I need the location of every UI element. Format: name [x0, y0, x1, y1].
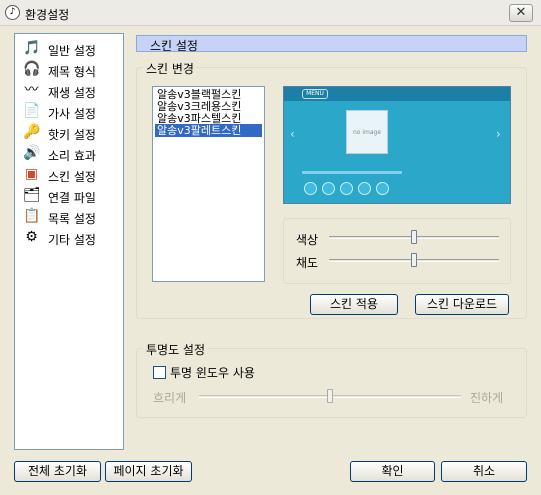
nav-item-label: 핫키 설정	[48, 128, 96, 142]
download-skin-button[interactable]: 스킨 다운로드	[415, 294, 509, 315]
cancel-button[interactable]: 취소	[441, 461, 527, 482]
preview-next-arrow-icon: ›	[496, 127, 501, 141]
skin-change-group-title: 스킨 변경	[143, 60, 197, 77]
close-button[interactable]: ✕	[509, 4, 533, 22]
nav-item-label: 연결 파일	[48, 191, 96, 205]
reset-page-button[interactable]: 페이지 초기화	[105, 461, 192, 482]
nav-item-title-format[interactable]: 🎧 제목 형식	[21, 60, 121, 80]
transparency-max-label: 진하게	[470, 391, 504, 405]
preview-stop-icon	[340, 182, 353, 195]
nav-item-label: 가사 설정	[48, 107, 96, 121]
etc-icon: ⚙	[25, 229, 38, 245]
transparent-window-label: 투명 윈도우 사용	[170, 366, 255, 380]
apply-skin-button[interactable]: 스킨 적용	[310, 294, 398, 315]
nav-item-label: 소리 효과	[48, 149, 96, 163]
general-icon: 🎵	[23, 40, 41, 56]
nav-item-label: 스킨 설정	[48, 168, 96, 185]
preview-eject-icon	[376, 182, 389, 195]
lyrics-icon: 📄	[23, 103, 41, 119]
nav-item-etc[interactable]: ⚙ 기타 설정	[21, 228, 121, 248]
skin-list[interactable]: 알송v3블랙펄스킨 알송v3크레용스킨 알송v3파스텔스킨 알송v3팔레트스킨	[152, 86, 265, 282]
nav-item-sound-effect[interactable]: 🔊 소리 효과	[21, 144, 121, 164]
nav-item-label: 기타 설정	[48, 233, 96, 247]
transparency-min-label: 흐리게	[153, 391, 187, 405]
transparency-group	[136, 348, 527, 418]
sound-effect-icon: 🔊	[23, 145, 41, 161]
nav-item-label: 제목 형식	[48, 65, 96, 79]
nav-item-label: 일반 설정	[48, 44, 96, 58]
transparency-slider-thumb[interactable]	[327, 389, 333, 403]
saturation-label: 채도	[296, 256, 319, 270]
skin-list-item-selected[interactable]: 알송v3팔레트스킨	[155, 124, 262, 137]
skin-icon: ▣	[24, 166, 39, 182]
window-title: 환경설정	[25, 8, 70, 22]
title-bar: ♪ 환경설정 ✕	[0, 0, 541, 26]
nav-item-playlist[interactable]: 📋 목록 설정	[21, 207, 121, 227]
reset-all-button[interactable]: 전체 초기화	[14, 461, 101, 482]
ok-button[interactable]: 확인	[350, 461, 435, 482]
nav-item-lyrics[interactable]: 📄 가사 설정	[21, 102, 121, 122]
file-association-icon: 🗂	[23, 187, 41, 203]
transparent-window-checkbox[interactable]	[153, 366, 166, 379]
nav-item-label: 목록 설정	[48, 212, 96, 226]
section-header: 스킨 설정	[136, 35, 527, 53]
saturation-slider-thumb[interactable]	[411, 253, 417, 267]
preview-prev-arrow-icon: ‹	[290, 127, 295, 141]
preview-album-art: no image	[346, 110, 388, 154]
nav-item-playback[interactable]: 〰 재생 설정	[21, 81, 121, 101]
preview-prev-icon	[304, 182, 317, 195]
color-label: 색상	[296, 233, 319, 247]
hotkey-icon: 🔑	[23, 124, 41, 140]
preview-play-icon	[322, 182, 335, 195]
nav-item-label: 재생 설정	[48, 86, 96, 100]
color-slider-thumb[interactable]	[411, 230, 417, 244]
nav-item-file-association[interactable]: 🗂 연결 파일	[21, 186, 121, 206]
preview-progress-bar	[302, 171, 402, 174]
preview-next-icon	[358, 182, 371, 195]
playback-icon: 〰	[24, 82, 39, 98]
app-icon: ♪	[5, 5, 20, 20]
settings-nav: 🎵 일반 설정 🎧 제목 형식 〰 재생 설정 📄 가사 설정 🔑 핫키 설정 …	[14, 33, 124, 450]
title-format-icon: 🎧	[23, 61, 41, 77]
color-adjust-box	[283, 218, 511, 284]
transparency-group-title: 투명도 설정	[143, 341, 209, 358]
nav-item-general[interactable]: 🎵 일반 설정	[21, 39, 121, 59]
playlist-icon: 📋	[23, 208, 41, 224]
nav-item-hotkey[interactable]: 🔑 핫키 설정	[21, 123, 121, 143]
skin-preview: MENU ‹ › no image	[283, 86, 511, 204]
section-title: 스킨 설정	[150, 39, 198, 53]
preview-menu-label: MENU	[302, 89, 328, 99]
nav-item-skin[interactable]: ▣ 스킨 설정	[21, 165, 121, 185]
